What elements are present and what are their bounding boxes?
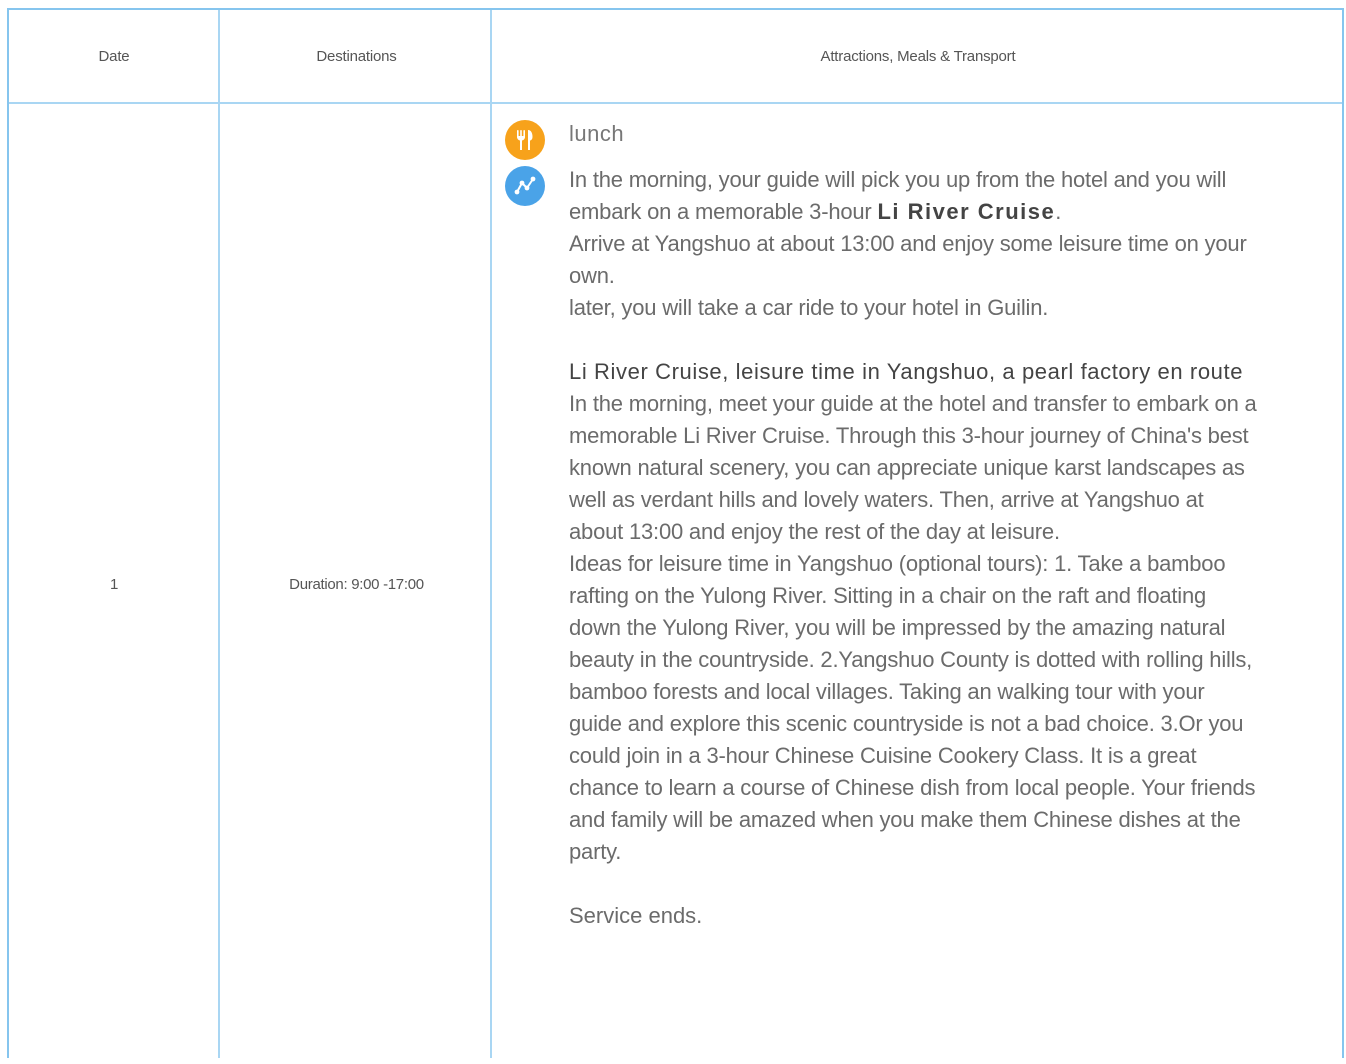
route-line1-post: . (1055, 199, 1062, 224)
header-attractions: Attractions, Meals & Transport (820, 47, 1016, 65)
route-description: In the morning, your guide will pick you… (569, 164, 1259, 228)
leisure-ideas: Ideas for leisure time in Yangshuo (opti… (569, 551, 1256, 864)
route-line1-bold: Li River Cruise (877, 199, 1056, 224)
route-icon (505, 166, 545, 206)
table-header-row: Date Destinations Attractions, Meals & T… (9, 10, 1342, 104)
day-number: 1 (109, 575, 119, 593)
route-line3: later, you will take a car ride to your … (569, 295, 1049, 320)
fork-knife-icon (505, 120, 545, 160)
meal-item: lunch (505, 118, 1265, 164)
day-subheading: Li River Cruise, leisure time in Yangshu… (569, 359, 1244, 384)
itinerary-table: Date Destinations Attractions, Meals & T… (9, 10, 1342, 1058)
header-date: Date (98, 47, 130, 65)
itinerary-table-frame: Date Destinations Attractions, Meals & T… (7, 8, 1344, 1058)
route-item: In the morning, your guide will pick you… (505, 164, 1265, 932)
header-destinations: Destinations (316, 47, 397, 65)
meal-label: lunch (569, 121, 625, 146)
day-description: In the morning, meet your guide at the h… (569, 391, 1257, 544)
attractions-cell: lunch In the morning, your guide will pi… (505, 118, 1265, 932)
route-line2: Arrive at Yangshuo at about 13:00 and en… (569, 231, 1247, 288)
service-ends: Service ends. (569, 903, 703, 928)
destination-duration: Duration: 9:00 -17:00 (289, 575, 424, 593)
